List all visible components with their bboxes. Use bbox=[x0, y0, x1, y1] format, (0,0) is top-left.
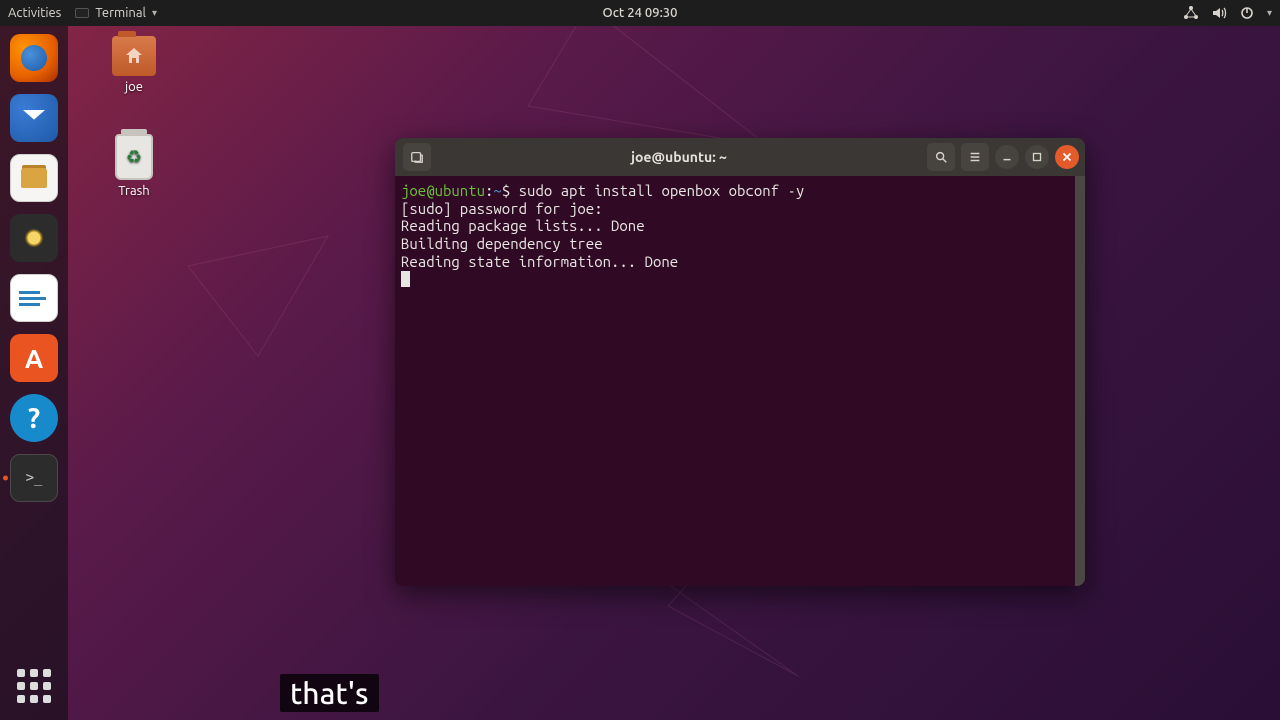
activities-button[interactable]: Activities bbox=[8, 6, 61, 20]
search-button[interactable] bbox=[927, 143, 955, 171]
desktop-trash[interactable]: ♻ Trash bbox=[98, 134, 170, 198]
new-tab-button[interactable] bbox=[403, 143, 431, 171]
menu-button[interactable] bbox=[961, 143, 989, 171]
prompt-userhost: joe@ubuntu bbox=[401, 182, 485, 199]
system-menu-chevron-icon[interactable]: ▾ bbox=[1267, 7, 1272, 19]
output-line-0: [sudo] password for joe: bbox=[401, 200, 603, 217]
home-folder-icon bbox=[112, 36, 156, 76]
video-caption: that's bbox=[280, 674, 379, 712]
top-bar: Activities Terminal ▾ Oct 24 09:30 ▾ bbox=[0, 0, 1280, 26]
terminal-cursor bbox=[401, 271, 410, 287]
dock-ubuntu-software[interactable] bbox=[10, 334, 58, 382]
terminal-window: joe@ubuntu: ~ joe@ubuntu:~$ sudo bbox=[395, 138, 1085, 586]
volume-icon[interactable] bbox=[1211, 5, 1227, 21]
dock-files[interactable] bbox=[10, 154, 58, 202]
minimize-button[interactable] bbox=[995, 145, 1019, 169]
terminal-content[interactable]: joe@ubuntu:~$ sudo apt install openbox o… bbox=[395, 176, 1085, 586]
app-menu-label: Terminal bbox=[95, 6, 146, 20]
close-button[interactable] bbox=[1055, 145, 1079, 169]
dock-rhythmbox[interactable] bbox=[10, 214, 58, 262]
prompt-sigil: $ bbox=[502, 182, 510, 199]
output-line-1: Reading package lists... Done bbox=[401, 217, 645, 234]
dock-terminal[interactable] bbox=[10, 454, 58, 502]
terminal-icon bbox=[75, 8, 89, 18]
chevron-down-icon: ▾ bbox=[152, 7, 157, 19]
desktop-trash-label: Trash bbox=[118, 184, 149, 198]
dock-libreoffice-writer[interactable] bbox=[10, 274, 58, 322]
trash-icon: ♻ bbox=[115, 134, 153, 180]
dock-help[interactable] bbox=[10, 394, 58, 442]
prompt-path: ~ bbox=[493, 182, 501, 199]
terminal-titlebar[interactable]: joe@ubuntu: ~ bbox=[395, 138, 1085, 176]
show-applications-button[interactable] bbox=[10, 662, 58, 710]
dock-firefox[interactable] bbox=[10, 34, 58, 82]
command-text: sudo apt install openbox obconf -y bbox=[519, 182, 805, 199]
terminal-scrollbar[interactable] bbox=[1075, 176, 1085, 586]
dock bbox=[0, 26, 68, 720]
output-line-2: Building dependency tree bbox=[401, 235, 603, 252]
window-title: joe@ubuntu: ~ bbox=[431, 149, 927, 165]
desktop-home-folder[interactable]: joe bbox=[98, 36, 170, 94]
power-icon[interactable] bbox=[1239, 5, 1255, 21]
maximize-button[interactable] bbox=[1025, 145, 1049, 169]
network-icon[interactable] bbox=[1183, 5, 1199, 21]
output-line-3: Reading state information... Done bbox=[401, 253, 678, 270]
desktop: joe ♻ Trash joe@ubuntu: ~ bbox=[68, 26, 1280, 720]
app-menu[interactable]: Terminal ▾ bbox=[75, 6, 157, 20]
clock[interactable]: Oct 24 09:30 bbox=[603, 6, 678, 20]
desktop-home-label: joe bbox=[125, 80, 143, 94]
dock-thunderbird[interactable] bbox=[10, 94, 58, 142]
